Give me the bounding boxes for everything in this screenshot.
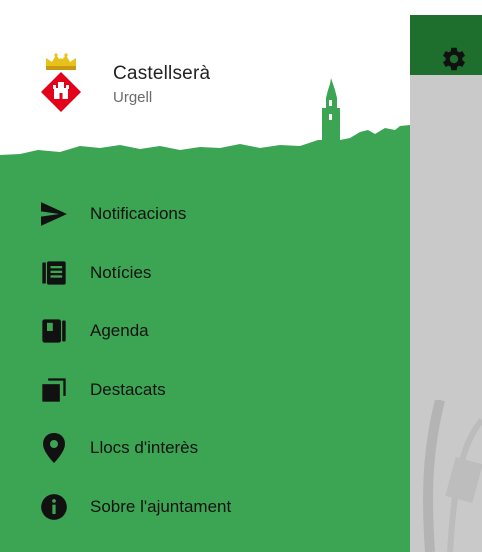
app-behind-drawer[interactable] [410, 0, 482, 552]
menu-item-label: Sobre l'ajuntament [90, 496, 232, 516]
menu-item-sobre-ajuntament[interactable]: Sobre l'ajuntament [0, 478, 410, 537]
menu-item-label: Notícies [90, 262, 152, 282]
info-icon [38, 491, 70, 523]
newspaper-icon [38, 257, 70, 289]
menu-item-agenda[interactable]: Agenda [0, 302, 410, 361]
send-icon [38, 198, 70, 230]
menu-item-destacats[interactable]: Destacats [0, 361, 410, 420]
region-name: Urgell [113, 89, 153, 106]
menu-item-label: Llocs d'interès [90, 438, 199, 458]
menu-item-label: Destacats [90, 379, 166, 399]
town-coat-of-arms-logo [40, 52, 82, 112]
menu-item-label: Notificacions [90, 204, 187, 224]
navigation-drawer: Castellserà Urgell Notificacions Notície… [0, 0, 410, 552]
drawer-menu: Notificacions Notícies Agenda Destacats … [0, 185, 410, 536]
map-background-lines [423, 400, 482, 552]
menu-item-notificacions[interactable]: Notificacions [0, 185, 410, 244]
menu-item-noticies[interactable]: Notícies [0, 244, 410, 303]
menu-item-llocs-interes[interactable]: Llocs d'interès [0, 419, 410, 478]
gear-icon[interactable] [440, 45, 468, 73]
drawer-header: Castellserà Urgell [0, 0, 410, 170]
location-pin-icon [38, 432, 70, 464]
menu-item-label: Agenda [90, 321, 149, 341]
book-icon [38, 315, 70, 347]
app-toolbar [410, 15, 482, 75]
town-name: Castellserà [113, 63, 211, 84]
stacked-cards-icon [38, 374, 70, 406]
